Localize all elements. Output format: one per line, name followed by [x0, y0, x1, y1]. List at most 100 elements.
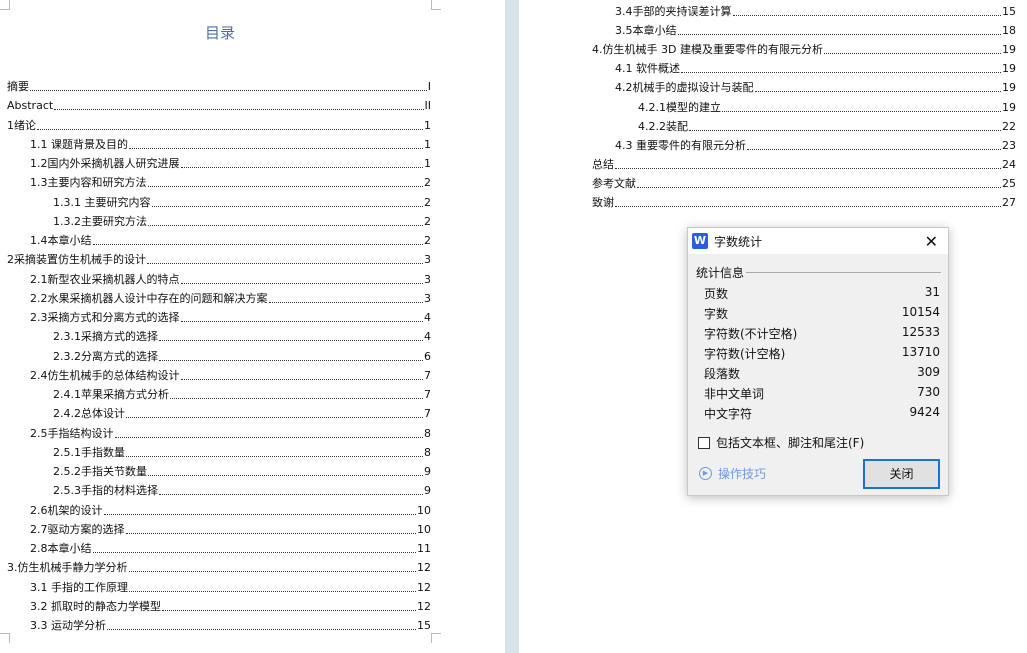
dot-leader [615, 206, 1001, 207]
dot-leader [162, 609, 416, 611]
toc-entry[interactable]: 2.3.1采摘方式的选择 4 [53, 329, 431, 344]
toc-page-number: 10 [417, 503, 431, 517]
dot-leader [180, 321, 423, 322]
include-textbox-checkbox[interactable]: 包括文本框、脚注和尾注(F) [698, 434, 864, 451]
toc-entry[interactable]: 1.3.1 主要研究内容 2 [53, 195, 431, 210]
toc-entry[interactable]: 2.7驱动方案的选择 10 [30, 522, 431, 537]
toc-entry[interactable]: 2.5.1手指数量 8 [53, 445, 431, 460]
toc-entry[interactable]: 2.4.2总体设计 7 [53, 406, 431, 421]
toc-entry[interactable]: 2采摘装置仿生机械手的设计 3 [7, 252, 431, 267]
wps-writer-icon: W [692, 233, 708, 249]
stat-row: 字符数(不计空格) 12533 [704, 325, 940, 342]
toc-entry-text: 2.7驱动方案的选择 [30, 522, 125, 536]
toc-entry-text: 3.3 运动学分析 [30, 619, 106, 632]
dot-leader [107, 629, 416, 630]
play-circle-icon: ▶ [699, 467, 712, 480]
stat-row: 字数 10154 [704, 305, 940, 322]
toc-entry[interactable]: 3.2 抓取时的静态力学模型 12 [30, 599, 431, 614]
toc-page-number: 24 [1002, 157, 1016, 171]
toc-entry[interactable]: 2.5手指结构设计 8 [30, 426, 431, 441]
dot-leader [677, 34, 1001, 36]
toc-entry-text: Abstract [7, 99, 54, 113]
toc-entry[interactable]: 2.2水果采摘机器人设计中存在的问题和解决方案 3 [30, 291, 431, 306]
toc-title: 目录 [204, 24, 235, 42]
toc-entry-text: 2.3.1采摘方式的选择 [53, 330, 158, 344]
toc-page-number: 22 [1002, 119, 1016, 133]
toc-entry[interactable]: 4.仿生机械手 3D 建模及重要零件的有限元分析 19 [592, 42, 1016, 57]
toc-entry[interactable]: Abstract II [7, 98, 431, 113]
toc-entry[interactable]: 致谢 27 [592, 195, 1016, 210]
stat-label: 字数 [704, 307, 729, 321]
toc-entry[interactable]: 3.1 手指的工作原理 12 [30, 580, 431, 595]
toc-entry-text: 4.2机械手的虚拟设计与装配 [615, 81, 754, 95]
toc-entry[interactable]: 1.1 课题背景及目的 1 [30, 137, 431, 152]
toc-entry[interactable]: 2.4仿生机械手的总体结构设计 7 [30, 368, 431, 383]
close-button[interactable]: 关闭 [863, 459, 940, 489]
toc-entry[interactable]: 2.5.2手指关节数量 9 [53, 464, 431, 479]
toc-entry[interactable]: 2.1新型农业采摘机器人的特点 3 [30, 272, 431, 287]
dot-leader [37, 128, 423, 130]
toc-entry[interactable]: 2.3.2分离方式的选择 6 [53, 349, 431, 364]
toc-entry-text: 1.1 课题背景及目的 [30, 137, 128, 151]
checkbox-box[interactable] [698, 436, 710, 449]
toc-entry-text: 1绪论 [7, 118, 36, 132]
dot-leader [103, 513, 416, 515]
toc-entry[interactable]: 4.2.1模型的建立 19 [638, 100, 1016, 115]
toc-entry-text: 2.3采摘方式和分离方式的选择 [30, 311, 180, 324]
dot-leader [148, 475, 423, 476]
toc-page-number: II [424, 99, 432, 113]
toc-entry[interactable]: 摘要 I [7, 79, 431, 94]
toc-entry[interactable]: 4.2.2装配 22 [638, 119, 1016, 134]
dot-leader [681, 72, 1001, 74]
toc-entry[interactable]: 3.4手部的夹持误差计算 15 [615, 4, 1016, 19]
close-icon[interactable]: ✕ [925, 232, 938, 251]
toc-entry[interactable]: 总结 24 [592, 157, 1016, 172]
toc-entry-text: 2.1新型农业采摘机器人的特点 [30, 272, 180, 286]
toc-page-number: 18 [1002, 24, 1016, 38]
stat-row: 非中文单词 730 [704, 385, 940, 402]
dot-leader [747, 148, 1001, 150]
page-corner-mark [0, 633, 10, 643]
toc-page-number: 3 [424, 253, 431, 267]
dot-leader [170, 398, 423, 399]
document-page-left: 目录 摘要 I Abstract II 1绪论 1 1.1 课题背景及目的 1 1.2国内外采摘… [0, 0, 505, 653]
stat-value: 10154 [901, 305, 940, 319]
toc-entry[interactable]: 4.2机械手的虚拟设计与装配 19 [615, 80, 1016, 95]
toc-entry[interactable]: 1.2国内外采摘机器人研究进展 1 [30, 156, 431, 171]
stat-label: 非中文单词 [704, 387, 765, 401]
dot-leader [159, 494, 423, 496]
toc-entry-text: 1.3.1 主要研究内容 [53, 195, 151, 209]
dot-leader [268, 301, 423, 303]
toc-entry-text: 4.1 软件概述 [615, 62, 680, 76]
toc-entry[interactable]: 2.4.1苹果采摘方式分析 7 [53, 387, 431, 402]
stat-value: 730 [917, 385, 940, 399]
toc-entry[interactable]: 1.3.2主要研究方法 2 [53, 214, 431, 229]
toc-entry[interactable]: 2.8本章小结 11 [30, 541, 431, 556]
tips-link[interactable]: ▶ 操作技巧 [699, 465, 766, 482]
toc-entry[interactable]: 1.4本章小结 2 [30, 233, 431, 248]
toc-entry[interactable]: 3.仿生机械手静力学分析 12 [7, 560, 431, 575]
toc-page-number: 8 [424, 445, 431, 459]
toc-entry[interactable]: 3.5本章小结 18 [615, 23, 1016, 38]
dialog-title-bar[interactable]: W 字数统计 ✕ [688, 228, 948, 254]
toc-entry[interactable]: 2.5.3手指的材料选择 9 [53, 483, 431, 498]
toc-entry[interactable]: 3.3 运动学分析 15 [30, 618, 431, 633]
dot-leader [180, 378, 423, 380]
toc-entry[interactable]: 2.6机架的设计 10 [30, 503, 431, 518]
dot-leader [30, 90, 427, 91]
toc-entry[interactable]: 1.3主要内容和研究方法 2 [30, 175, 431, 190]
toc-page-number: 10 [417, 522, 431, 536]
dot-leader [180, 167, 423, 168]
toc-page-number: 4 [424, 330, 431, 344]
toc-entry[interactable]: 4.3 重要零件的有限元分析 23 [615, 138, 1016, 153]
toc-entry-text: 2.5.1手指数量 [53, 445, 125, 459]
toc-entry[interactable]: 2.3采摘方式和分离方式的选择 4 [30, 310, 431, 325]
toc-entry[interactable]: 参考文献 25 [592, 176, 1016, 191]
page-corner-mark [0, 0, 10, 10]
toc-entry[interactable]: 1绪论 1 [7, 118, 431, 133]
toc-page-number: 3 [424, 272, 431, 286]
toc-entry[interactable]: 4.1 软件概述 19 [615, 61, 1016, 76]
toc-entry-text: 2.3.2分离方式的选择 [53, 349, 158, 363]
toc-entry-text: 摘要 [7, 80, 29, 93]
stat-value: 31 [924, 285, 940, 299]
